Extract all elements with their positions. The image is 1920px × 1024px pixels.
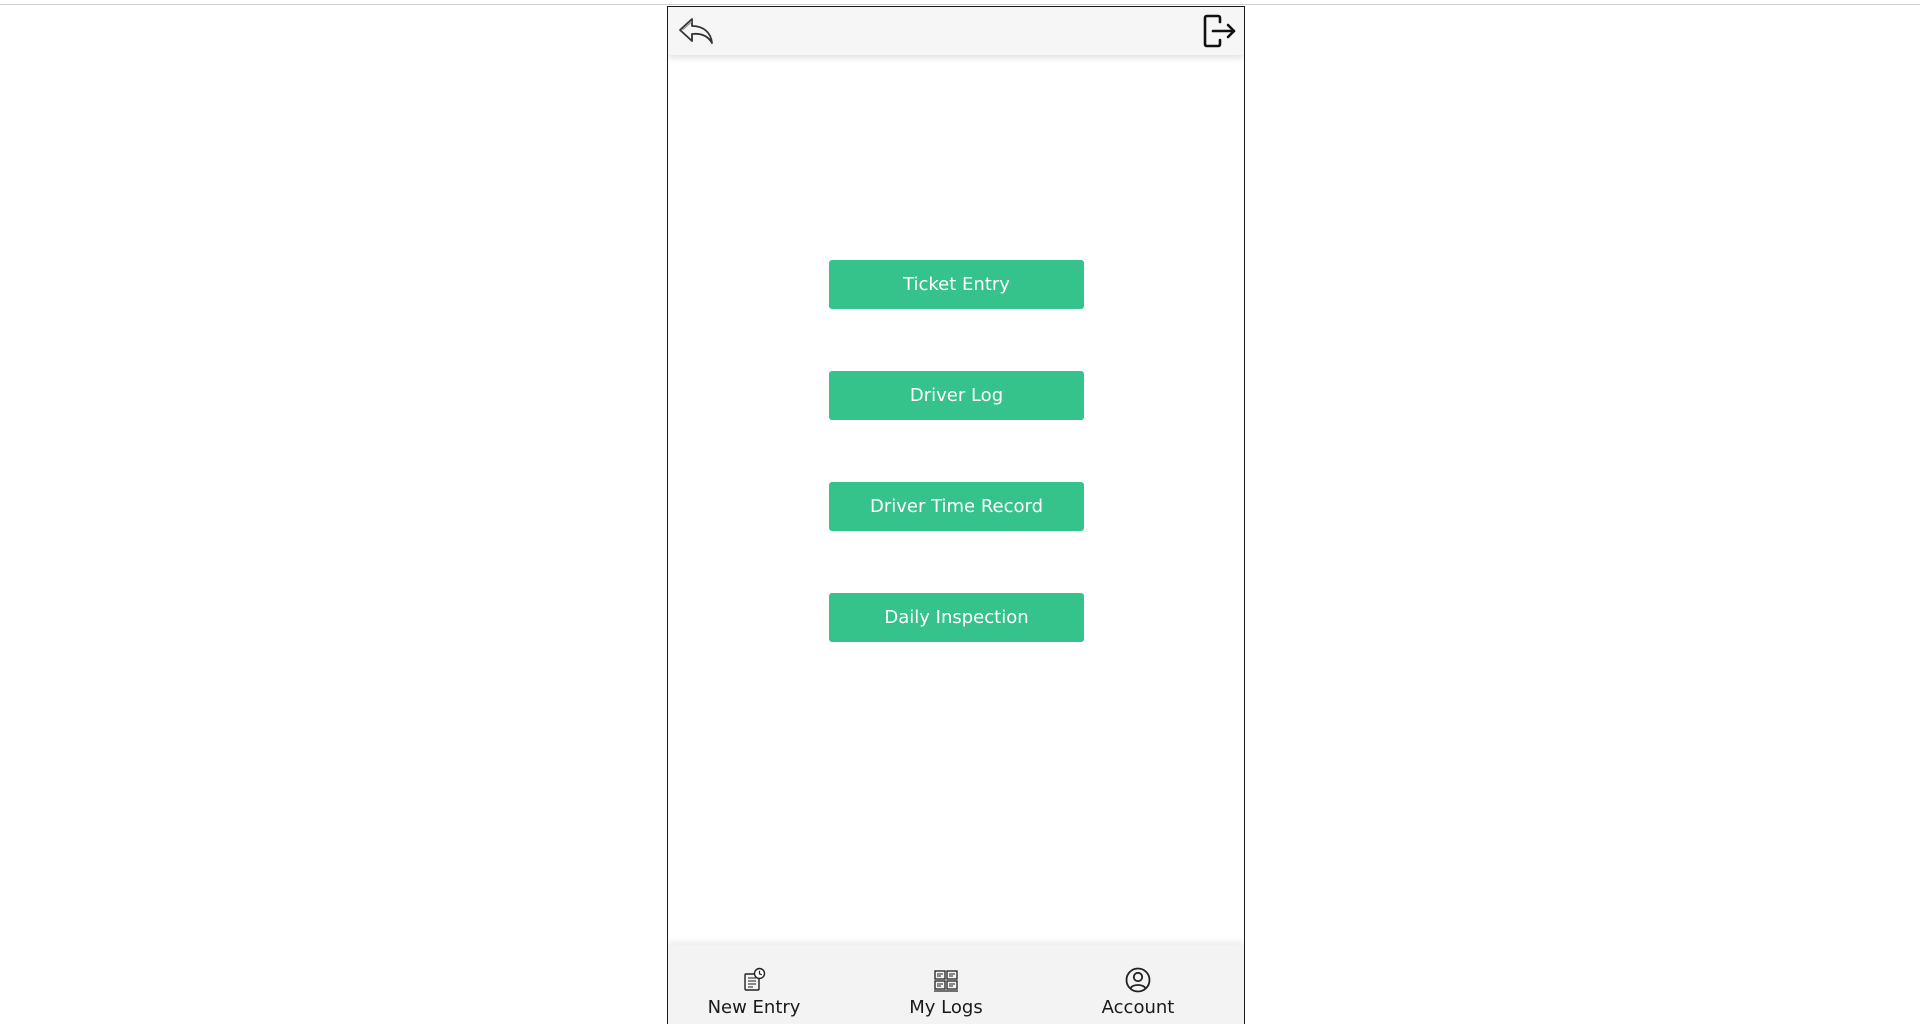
nav-my-logs[interactable]: My Logs	[871, 945, 1021, 1024]
nav-new-entry-label: New Entry	[707, 997, 801, 1018]
back-button[interactable]	[674, 11, 718, 51]
app-frame: Ticket Entry Driver Log Driver Time Reco…	[667, 6, 1245, 1024]
main-menu: Ticket Entry Driver Log Driver Time Reco…	[829, 260, 1084, 704]
logout-icon	[1203, 14, 1236, 48]
logout-button[interactable]	[1198, 11, 1242, 51]
driver-time-record-button[interactable]: Driver Time Record	[829, 482, 1084, 531]
app-header	[668, 7, 1244, 55]
account-icon	[1125, 967, 1151, 993]
daily-inspection-button[interactable]: Daily Inspection	[829, 593, 1084, 642]
bottom-nav: New Entry My Logs Account	[668, 945, 1244, 1024]
logs-icon	[934, 970, 958, 992]
nav-account[interactable]: Account	[1063, 945, 1213, 1024]
nav-new-entry[interactable]: New Entry	[679, 945, 829, 1024]
ticket-entry-button[interactable]: Ticket Entry	[829, 260, 1084, 309]
nav-my-logs-label: My Logs	[909, 997, 983, 1018]
new-entry-icon	[744, 967, 766, 991]
nav-account-label: Account	[1101, 997, 1175, 1018]
driver-log-button[interactable]: Driver Log	[829, 371, 1084, 420]
reply-arrow-icon	[679, 18, 713, 44]
page-top-divider	[0, 4, 1920, 5]
